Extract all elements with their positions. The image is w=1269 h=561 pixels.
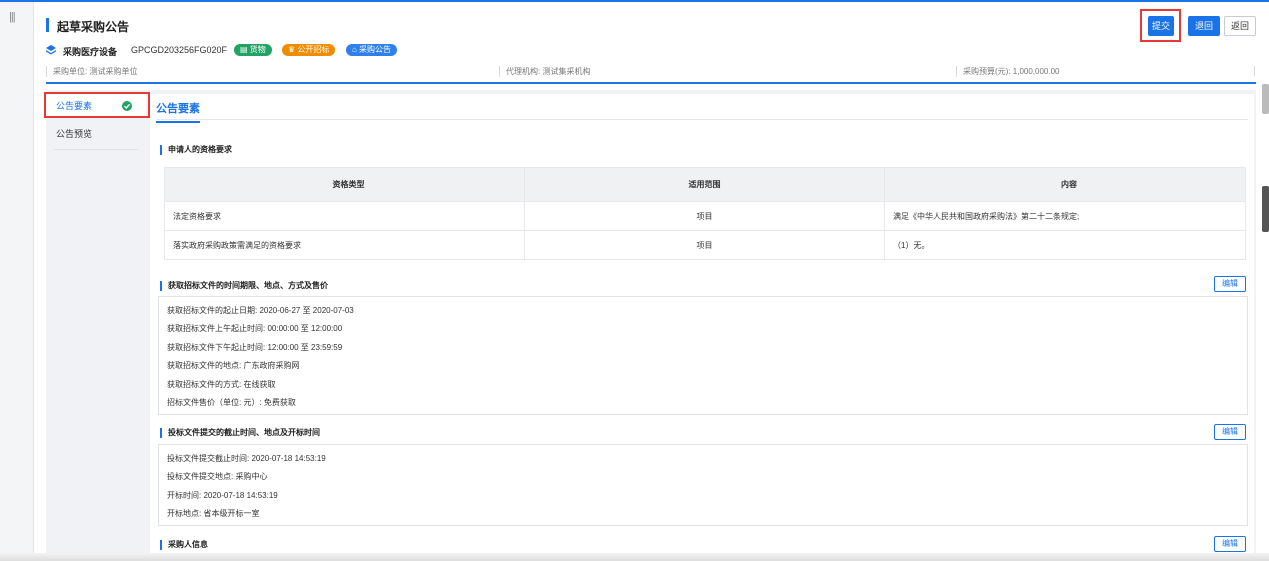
info-line: 开标时间: 2020-07-18 14:53:19 <box>167 490 278 500</box>
content-area: 公告要素 公告预览 公告要素 申请人的资格要求 资格类型 适用范围 内容 法定资… <box>44 90 1256 561</box>
info-line: 获取招标文件上午起止时间: 00:00:00 至 12:00:00 <box>167 324 343 334</box>
agency: 代理机构: 测试集采机构 <box>499 66 590 77</box>
column-header: 内容 <box>884 167 1246 202</box>
table-header-row: 资格类型 适用范围 内容 <box>164 167 1246 202</box>
project-code: GPCGD203256FG020F <box>131 45 228 55</box>
budget: 采购预算(元): 1,000,000.00 <box>956 66 1059 77</box>
purchaser-unit: 采购单位: 测试采购单位 <box>46 66 137 77</box>
scrollbar-thumb[interactable] <box>1262 84 1269 114</box>
bottom-edge <box>0 553 1269 561</box>
info-line: 获取招标文件的起止日期: 2020-06-27 至 2020-07-03 <box>167 306 354 315</box>
qualification-table: 资格类型 适用范围 内容 法定资格要求 项目 满足《中华人民共和国政府采购法》第… <box>164 167 1246 260</box>
main-area: 起草采购公告 提交 退回 返回 采购医疗设备 GPCGD203256FG020F… <box>34 2 1269 561</box>
info-line: 获取招标文件的方式: 在线获取 <box>167 379 276 389</box>
column-header: 资格类型 <box>164 167 525 202</box>
sidenav-item-label: 公告预览 <box>56 129 93 139</box>
sidenav-divider <box>54 149 138 150</box>
table-row: 落实政府采购政策需满足的资格要求 项目 （1）无。 <box>164 230 1246 260</box>
badge-announcement: ⌂ 采购公告 <box>346 44 398 56</box>
highlight-box-sidenav <box>44 92 150 118</box>
section-title-qualification: 申请人的资格要求 <box>160 145 232 155</box>
layers-icon <box>46 45 56 55</box>
side-nav: 公告要素 公告预览 <box>44 90 150 561</box>
page-header: 起草采购公告 提交 退回 返回 <box>46 9 1256 42</box>
panel-divider <box>156 119 1248 120</box>
side-scroll-handle[interactable] <box>1262 186 1269 232</box>
table-cell: 落实政府采购政策需满足的资格要求 <box>164 230 525 260</box>
section-title-deadline: 投标文件提交的截止时间、地点及开标时间 <box>160 428 320 438</box>
edit-button-deadline[interactable]: 编辑 <box>1214 424 1246 440</box>
left-rail: ||| <box>0 2 34 561</box>
badge-public-bidding: ♛ 公开招标 <box>282 44 336 56</box>
header-divider <box>46 82 1256 84</box>
info-line: 开标地点: 省本级开标一室 <box>167 509 260 519</box>
deadline-box: 投标文件提交截止时间: 2020-07-18 14:53:19 投标文件提交地点… <box>158 444 1248 526</box>
back-button[interactable]: 返回 <box>1224 16 1256 36</box>
table-cell: 项目 <box>524 201 885 231</box>
table-cell: 法定资格要求 <box>164 201 525 231</box>
hamburger-icon[interactable]: ||| <box>9 11 16 23</box>
elements-panel: 公告要素 申请人的资格要求 资格类型 适用范围 内容 法定资格要求 项目 满足《… <box>150 94 1254 561</box>
edit-button-purchaser-info[interactable]: 编辑 <box>1214 536 1246 552</box>
table-cell: 项目 <box>524 230 885 260</box>
info-line: 获取招标文件下午起止时间: 12:00:00 至 23:59:59 <box>167 342 343 352</box>
bid-docs-box: 获取招标文件的起止日期: 2020-06-27 至 2020-07-03 获取招… <box>158 296 1248 415</box>
sidenav-item-preview[interactable]: 公告预览 <box>46 122 146 146</box>
title-accent-bar <box>46 18 49 32</box>
table-cell: 满足《中华人民共和国政府采购法》第二十二条规定; <box>884 201 1246 231</box>
table-cell: （1）无。 <box>884 230 1246 260</box>
reject-button[interactable]: 退回 <box>1188 16 1220 36</box>
info-line: 投标文件提交截止时间: 2020-07-18 14:53:19 <box>167 454 326 463</box>
info-row-end-divider <box>1254 66 1261 76</box>
info-line: 投标文件提交地点: 采购中心 <box>167 472 268 482</box>
project-info-row: 采购单位: 测试采购单位 代理机构: 测试集采机构 采购预算(元): 1,000… <box>46 64 1256 78</box>
project-row: 采购医疗设备 GPCGD203256FG020F ▤ 货物 ♛ 公开招标 ⌂ 采… <box>46 44 846 58</box>
project-name: 采购医疗设备 <box>63 47 118 57</box>
section-title-bid-docs: 获取招标文件的时间期限、地点、方式及售价 <box>160 281 328 291</box>
section-title-purchaser-info: 采购人信息 <box>160 540 208 550</box>
page-title: 起草采购公告 <box>57 20 130 34</box>
info-line: 招标文件售价（单位: 元）: 免费获取 <box>167 397 296 407</box>
info-line: 获取招标文件的地点: 广东政府采购网 <box>167 361 300 371</box>
badge-goods: ▤ 货物 <box>234 44 272 56</box>
highlight-box-submit <box>1140 9 1181 42</box>
edit-button-bid-docs[interactable]: 编辑 <box>1214 276 1246 292</box>
column-header: 适用范围 <box>524 167 885 202</box>
table-row: 法定资格要求 项目 满足《中华人民共和国政府采购法》第二十二条规定; <box>164 201 1246 231</box>
